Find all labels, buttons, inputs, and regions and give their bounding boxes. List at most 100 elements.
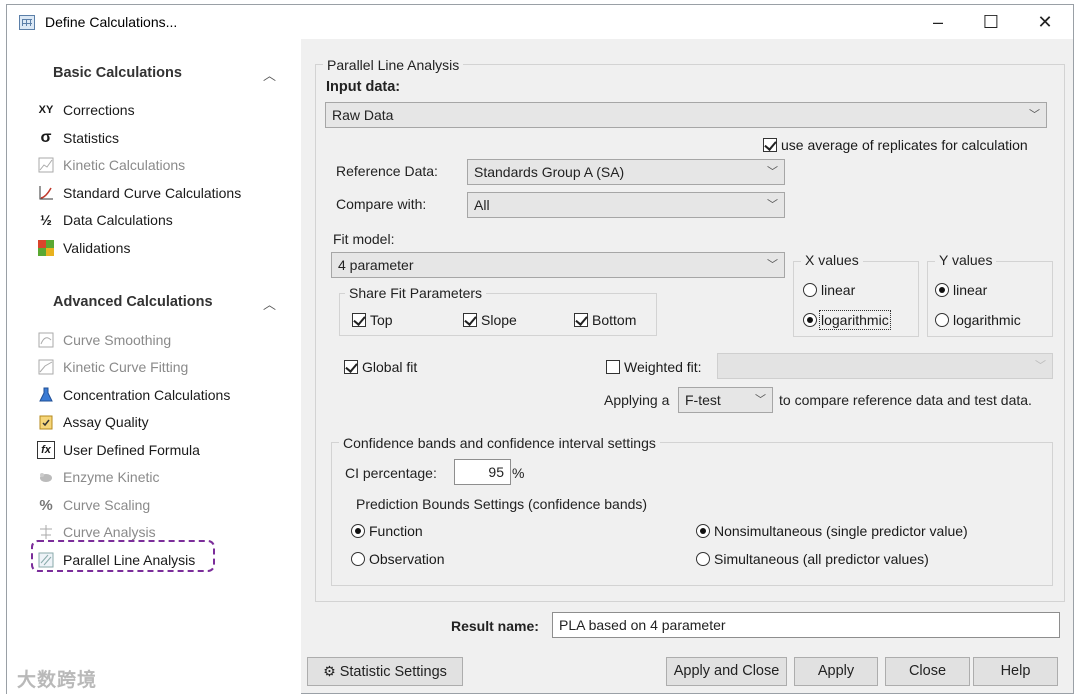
share-slope-checkbox[interactable]: Slope [463, 312, 517, 328]
share-bottom-checkbox[interactable]: Bottom [574, 312, 636, 328]
basic-calculations-header[interactable]: Basic Calculations [53, 65, 182, 81]
sidebar-item-label: Standard Curve Calculations [63, 185, 242, 201]
sidebar-item-user-defined-formula[interactable]: fx User Defined Formula [37, 439, 200, 461]
xy-icon: XY [38, 104, 54, 116]
main-panel: Parallel Line Analysis Input data: Raw D… [307, 42, 1073, 656]
statistic-settings-button[interactable]: ⚙ Statistic Settings [307, 657, 463, 686]
ci-percentage-label: CI percentage: [345, 465, 437, 481]
help-button[interactable]: Help [973, 657, 1058, 686]
minimize-button[interactable]: – [915, 7, 961, 37]
validation-grid-icon [37, 239, 55, 257]
curve-analysis-icon [37, 523, 55, 541]
x-linear-radio[interactable]: linear [803, 282, 855, 298]
sidebar-item-label: Data Calculations [63, 212, 173, 228]
chevron-down-icon: ﹀ [767, 199, 778, 211]
y-logarithmic-radio[interactable]: logarithmic [935, 312, 1021, 328]
fit-model-select[interactable]: 4 parameter ﹀ [331, 252, 785, 278]
sidebar-item-label: Kinetic Curve Fitting [63, 359, 189, 375]
chevron-down-icon: ﹀ [767, 259, 778, 271]
sidebar-item-corrections[interactable]: XY Corrections [37, 99, 135, 121]
sidebar-item-curve-scaling[interactable]: % Curve Scaling [37, 494, 150, 516]
observation-label: Observation [369, 551, 445, 567]
sidebar-item-assay-quality[interactable]: Assay Quality [37, 411, 149, 433]
simultaneous-label: Simultaneous (all predictor values) [714, 551, 929, 567]
radio-circle [935, 313, 949, 327]
chevron-down-icon: ﹀ [1029, 109, 1040, 121]
define-calculations-window: Define Calculations... – ☐ ✕ Basic Calcu… [6, 4, 1074, 694]
weighted-fit-checkbox[interactable]: Weighted fit: [606, 359, 702, 375]
test-select[interactable]: F-test ﹀ [678, 387, 773, 413]
close-window-button[interactable]: ✕ [1022, 7, 1068, 37]
input-data-select[interactable]: Raw Data ﹀ [325, 102, 1047, 128]
advanced-calculations-header[interactable]: Advanced Calculations [53, 294, 213, 310]
weighted-fit-label: Weighted fit: [624, 359, 702, 375]
simultaneous-radio[interactable]: Simultaneous (all predictor values) [696, 551, 929, 567]
compare-with-select[interactable]: All ﹀ [467, 192, 785, 218]
sidebar-item-concentration-calculations[interactable]: Concentration Calculations [37, 384, 230, 406]
weighted-fit-select[interactable]: ﹀ [717, 353, 1053, 379]
chevron-down-icon: ﹀ [767, 166, 778, 178]
radio-circle [351, 524, 365, 538]
sidebar-item-validations[interactable]: Validations [37, 237, 130, 259]
sidebar: Basic Calculations ︿ XY Corrections σ St… [7, 39, 301, 694]
gear-icon: ⚙ [323, 663, 336, 679]
group-title: Parallel Line Analysis [323, 57, 464, 73]
enzyme-icon [37, 468, 55, 486]
share-slope-label: Slope [481, 312, 517, 328]
sidebar-item-standard-curve-calculations[interactable]: Standard Curve Calculations [37, 182, 241, 204]
x-logarithmic-radio[interactable]: logarithmic [803, 310, 891, 330]
app-grid-icon [19, 15, 35, 30]
global-fit-checkbox[interactable]: Global fit [344, 359, 417, 375]
share-fit-title: Share Fit Parameters [345, 285, 487, 301]
window-title: Define Calculations... [45, 14, 178, 30]
apply-and-close-button[interactable]: Apply and Close [666, 657, 787, 686]
applying-suffix: to compare reference data and test data. [779, 392, 1032, 408]
x-linear-label: linear [821, 282, 856, 298]
observation-radio[interactable]: Observation [351, 551, 444, 567]
apply-button[interactable]: Apply [794, 657, 878, 686]
radio-circle [696, 552, 710, 566]
reference-data-label: Reference Data: [336, 163, 438, 179]
fit-model-value: 4 parameter [338, 257, 414, 273]
radio-circle [803, 313, 817, 327]
chevron-up-icon[interactable]: ︿ [263, 65, 276, 84]
y-linear-radio[interactable]: linear [935, 282, 987, 298]
input-data-label: Input data: [326, 79, 401, 95]
test-value: F-test [685, 392, 721, 408]
sidebar-item-label: Concentration Calculations [63, 387, 231, 403]
fraction-icon: ½ [40, 212, 52, 228]
maximize-button[interactable]: ☐ [968, 7, 1014, 37]
function-radio[interactable]: Function [351, 523, 423, 539]
chevron-down-icon: ﹀ [1035, 360, 1046, 372]
checkbox-box [763, 138, 777, 152]
sidebar-item-enzyme-kinetic[interactable]: Enzyme Kinetic [37, 466, 159, 488]
ci-percentage-input[interactable]: 95 [454, 459, 511, 485]
share-top-checkbox[interactable]: Top [352, 312, 393, 328]
sidebar-item-kinetic-curve-fitting[interactable]: Kinetic Curve Fitting [37, 356, 188, 378]
radio-circle [803, 283, 817, 297]
sidebar-item-data-calculations[interactable]: ½ Data Calculations [37, 209, 173, 231]
confidence-title: Confidence bands and confidence interval… [339, 435, 660, 451]
function-label: Function [369, 523, 423, 539]
prediction-bounds-title: Prediction Bounds Settings (confidence b… [356, 496, 648, 512]
standard-curve-icon [37, 184, 55, 202]
sidebar-item-curve-smoothing[interactable]: Curve Smoothing [37, 329, 171, 351]
chevron-down-icon: ﹀ [755, 394, 766, 406]
sidebar-item-statistics[interactable]: σ Statistics [37, 127, 120, 149]
statistic-settings-label: Statistic Settings [339, 664, 447, 680]
reference-data-select[interactable]: Standards Group A (SA) ﹀ [467, 159, 785, 185]
reference-data-value: Standards Group A (SA) [474, 164, 625, 180]
sidebar-item-kinetic-calculations[interactable]: Kinetic Calculations [37, 154, 185, 176]
fx-icon: fx [37, 441, 55, 459]
sidebar-item-label: Curve Smoothing [63, 332, 172, 348]
result-name-input[interactable]: PLA based on 4 parameter [552, 612, 1060, 638]
close-button[interactable]: Close [885, 657, 970, 686]
compare-with-value: All [474, 197, 490, 213]
use-average-checkbox[interactable]: use average of replicates for calculatio… [763, 137, 1028, 153]
nonsimultaneous-radio[interactable]: Nonsimultaneous (single predictor value) [696, 523, 968, 539]
x-values-title: X values [801, 252, 863, 268]
kinetic-fit-icon [37, 358, 55, 376]
title-bar: Define Calculations... – ☐ ✕ [7, 5, 1073, 39]
sidebar-item-label: User Defined Formula [63, 442, 200, 458]
chevron-up-icon[interactable]: ︿ [263, 294, 276, 313]
